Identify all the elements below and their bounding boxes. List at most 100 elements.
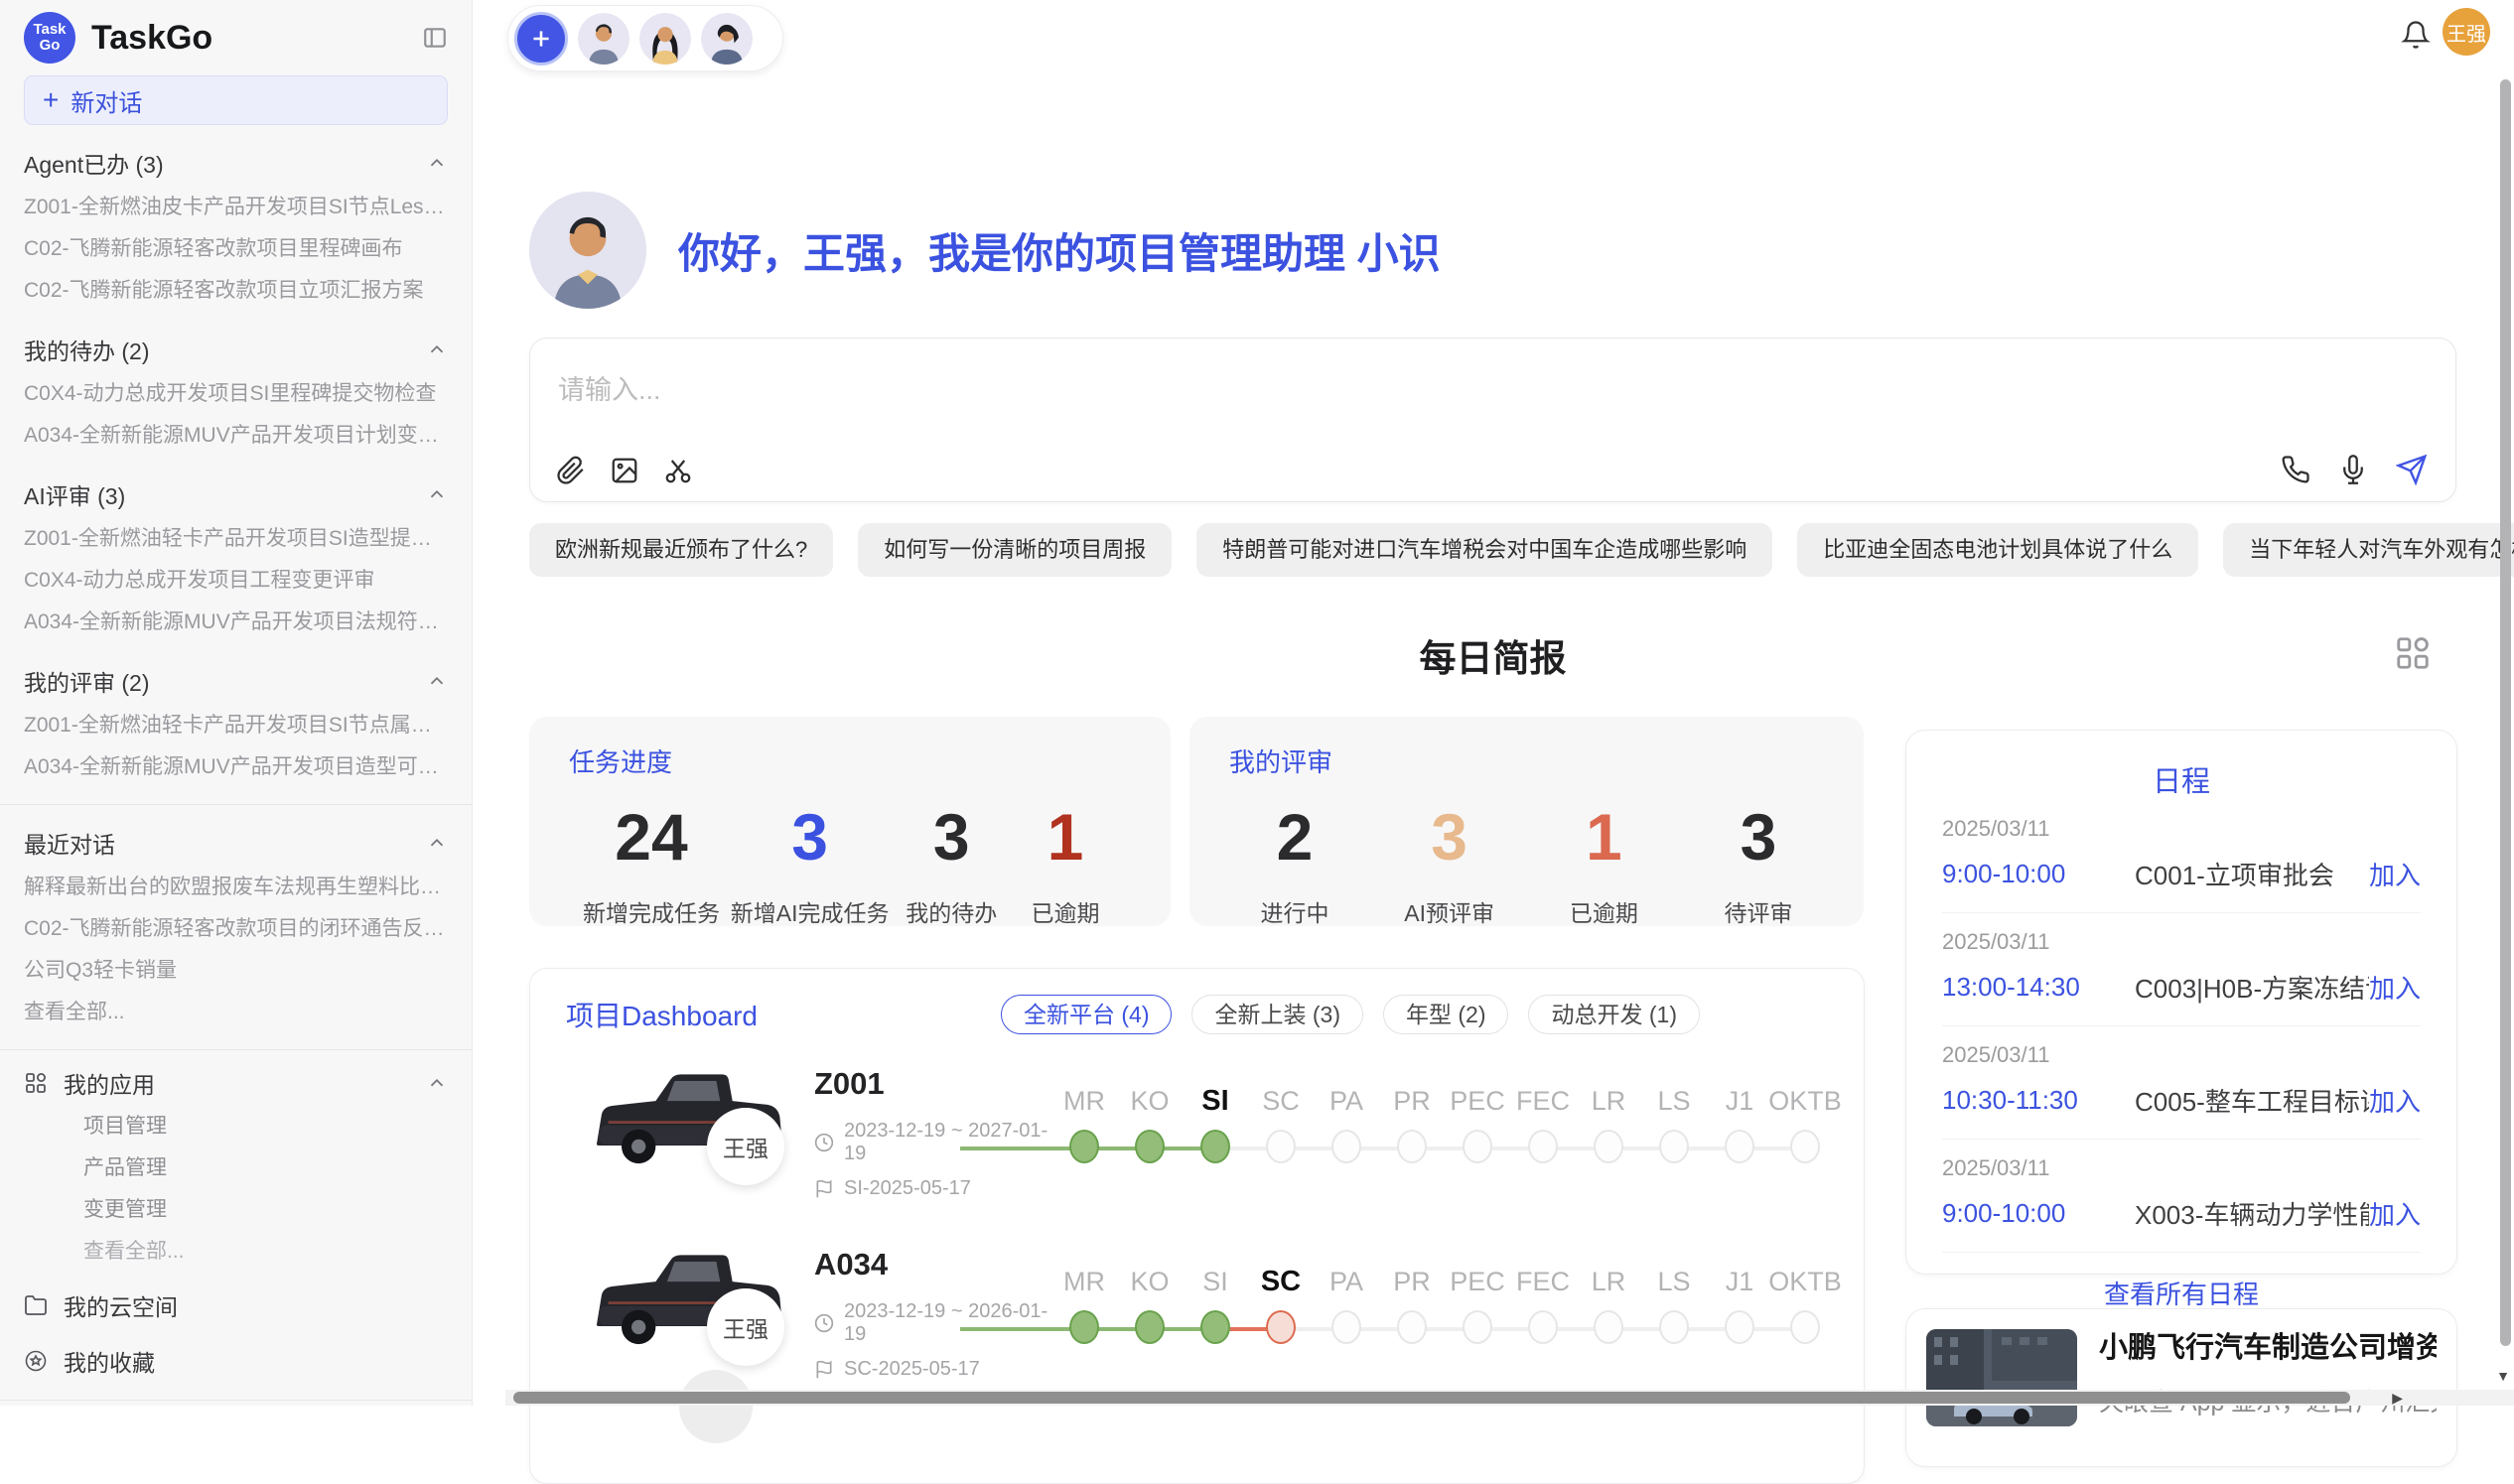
- milestone: SC: [1248, 1263, 1314, 1348]
- sidebar-item-product-mgmt[interactable]: 产品管理: [24, 1147, 448, 1189]
- suggestion-chip[interactable]: 当下年轻人对汽车外观有怎样的喜好趋势: [2223, 523, 2514, 577]
- event-title: C001-立项审批会: [2135, 856, 2369, 892]
- section-ai-review[interactable]: AI评审 (3): [24, 471, 448, 518]
- stat-label: 我的待办: [906, 894, 997, 928]
- milestone-dot: [1200, 1310, 1230, 1344]
- schedule-event: 2025/03/11 10:30-11:30 C005-整车工程目标评审 加入: [1942, 1026, 2421, 1140]
- app-logo: Task Go: [24, 12, 75, 64]
- scissors-icon[interactable]: [663, 456, 693, 485]
- chevron-up-icon[interactable]: [426, 1072, 448, 1094]
- list-item[interactable]: A034-全新新能源MUV产品开发项目法规符合性评审: [24, 602, 448, 643]
- milestone: MR: [1051, 1082, 1117, 1167]
- attach-icon[interactable]: [556, 456, 586, 485]
- composer-placeholder: 请输入...: [558, 368, 661, 407]
- vertical-scrollbar[interactable]: [2500, 79, 2511, 1346]
- scroll-right-arrow[interactable]: ▶: [2392, 1390, 2403, 1406]
- sidebar-item-favorites[interactable]: 我的收藏: [24, 1338, 448, 1384]
- horizontal-scrollbar-thumb[interactable]: [513, 1392, 2350, 1404]
- suggestion-chip[interactable]: 比亚迪全固态电池计划具体说了什么: [1797, 523, 2198, 577]
- chevron-up-icon[interactable]: [426, 483, 448, 505]
- news-image: [1926, 1329, 2077, 1426]
- chevron-up-icon[interactable]: [426, 670, 448, 692]
- avatar[interactable]: [701, 13, 753, 65]
- project-flag-text: SI-2025-05-17: [844, 1177, 971, 1200]
- chevron-up-icon[interactable]: [426, 832, 448, 854]
- sidebar-item-my-apps[interactable]: 我的应用: [24, 1060, 448, 1106]
- project-name: A034: [814, 1247, 1062, 1282]
- mic-icon[interactable]: [2338, 455, 2368, 484]
- event-time: 10:30-11:30: [1942, 1085, 2099, 1116]
- list-item[interactable]: Z001-全新燃油皮卡产品开发项目SI节点Lesson Learn报告: [24, 187, 448, 228]
- stat-label: 已逾期: [1031, 894, 1099, 928]
- suggestion-chip[interactable]: 特朗普可能对进口汽车增税会对中国车企造成哪些影响: [1196, 523, 1772, 577]
- list-item[interactable]: 公司Q3轻卡销量: [24, 950, 448, 992]
- section-title: 我的评审 (2): [24, 664, 150, 698]
- task-progress-card: 任务进度 24 新增完成任务 3 新增AI完成任务 3 我的待办 1 已逾期: [529, 717, 1171, 926]
- tab-powertrain[interactable]: 动总开发 (1): [1528, 995, 1700, 1034]
- tab-upfit[interactable]: 全新上装 (3): [1191, 995, 1363, 1034]
- project-row[interactable]: 王强 A034 2023-12-19 ~ 2026-01-19 SC-2025-…: [566, 1239, 1864, 1396]
- list-item[interactable]: C02-飞腾新能源轻客改款项目立项汇报方案: [24, 270, 448, 312]
- notifications-bell-icon[interactable]: [2401, 20, 2431, 50]
- quick-access-pill: [507, 5, 783, 71]
- stat-value: 1: [1048, 801, 1084, 873]
- view-all-schedule-link[interactable]: 查看所有日程: [1942, 1275, 2421, 1311]
- sidebar-item-cloud-space[interactable]: 我的云空间: [24, 1282, 448, 1328]
- news-card[interactable]: 小鹏飞行汽车制造公司增资 天眼查 App 显示，近日广州汇天飞行汽...: [1905, 1308, 2457, 1467]
- section-agent-done[interactable]: Agent已办 (3): [24, 139, 448, 187]
- tab-model-year[interactable]: 年型 (2): [1383, 995, 1509, 1034]
- list-item[interactable]: 解释最新出台的欧盟报废车法规再生塑料比例被调至15%...: [24, 867, 448, 908]
- dashboard-header: 项目Dashboard 全新平台 (4) 全新上装 (3) 年型 (2) 动总开…: [566, 995, 1864, 1034]
- project-media: 王强: [580, 1064, 828, 1203]
- send-icon[interactable]: [2396, 454, 2428, 485]
- section-my-review[interactable]: 我的评审 (2): [24, 657, 448, 705]
- chevron-up-icon[interactable]: [426, 152, 448, 174]
- suggestion-chip[interactable]: 欧洲新规最近颁布了什么?: [529, 523, 833, 577]
- user-avatar[interactable]: 王强: [2443, 8, 2490, 56]
- avatar[interactable]: [578, 13, 629, 65]
- tab-platform[interactable]: 全新平台 (4): [1001, 995, 1173, 1034]
- image-icon[interactable]: [610, 456, 639, 485]
- milestone-dot: [1790, 1130, 1820, 1163]
- milestone-dot: [1790, 1310, 1820, 1344]
- join-meeting-link[interactable]: 加入: [2369, 969, 2421, 1006]
- new-chat-button[interactable]: + 新对话: [24, 75, 448, 125]
- list-item[interactable]: A034-全新新能源MUV产品开发项目计划变更表编写: [24, 415, 448, 457]
- sidebar-item-change-mgmt[interactable]: 变更管理: [24, 1189, 448, 1231]
- stat-value: 3: [933, 801, 970, 873]
- section-recent-chats[interactable]: 最近对话: [24, 819, 448, 867]
- horizontal-scrollbar-track[interactable]: ▶: [505, 1390, 2514, 1406]
- view-all-chats-link[interactable]: 查看全部...: [24, 992, 448, 1033]
- chat-composer[interactable]: 请输入...: [529, 337, 2456, 502]
- event-title: C005-整车工程目标评审: [2135, 1082, 2369, 1119]
- suggestion-chip[interactable]: 如何写一份清晰的项目周报: [858, 523, 1172, 577]
- list-item[interactable]: C02-飞腾新能源轻客改款项目里程碑画布: [24, 228, 448, 270]
- join-meeting-link[interactable]: 加入: [2369, 1082, 2421, 1119]
- view-all-apps-link[interactable]: 查看全部...: [24, 1231, 448, 1273]
- list-item[interactable]: Z001-全新燃油轻卡产品开发项目SI造型提交物评审: [24, 518, 448, 560]
- collapse-sidebar-icon[interactable]: [422, 25, 448, 51]
- milestone-label: OKTB: [1768, 1082, 1842, 1120]
- sidebar-item-project-mgmt[interactable]: 项目管理: [24, 1106, 448, 1147]
- divider: [0, 804, 472, 805]
- milestone: FEC: [1510, 1082, 1576, 1167]
- list-item[interactable]: C0X4-动力总成开发项目工程变更评审: [24, 560, 448, 602]
- add-agent-button[interactable]: [514, 12, 568, 66]
- join-meeting-link[interactable]: 加入: [2369, 856, 2421, 892]
- scroll-down-arrow[interactable]: ▼: [2496, 1368, 2510, 1384]
- stat-value: 3: [791, 801, 828, 873]
- project-row[interactable]: 王强 Z001 2023-12-19 ~ 2027-01-19 SI-2025-…: [566, 1058, 1864, 1215]
- join-meeting-link[interactable]: 加入: [2369, 1195, 2421, 1232]
- layout-grid-icon[interactable]: [2394, 634, 2432, 672]
- list-item[interactable]: C02-飞腾新能源轻客改款项目的闭环通告反馈情况: [24, 908, 448, 950]
- project-dates: 2023-12-19 ~ 2026-01-19: [814, 1300, 1062, 1346]
- list-item[interactable]: C0X4-动力总成开发项目SI里程碑提交物检查: [24, 373, 448, 415]
- section-my-todo[interactable]: 我的待办 (2): [24, 326, 448, 373]
- phone-icon[interactable]: [2281, 455, 2310, 484]
- list-item[interactable]: Z001-全新燃油轻卡产品开发项目SI节点属性5D文件评审: [24, 705, 448, 746]
- project-info: A034 2023-12-19 ~ 2026-01-19 SC-2025-05-…: [814, 1247, 1062, 1381]
- avatar[interactable]: [639, 13, 691, 65]
- stat-value: 24: [615, 801, 687, 873]
- list-item[interactable]: A034-全新新能源MUV产品开发项目造型可行性评审: [24, 746, 448, 788]
- chevron-up-icon[interactable]: [426, 338, 448, 360]
